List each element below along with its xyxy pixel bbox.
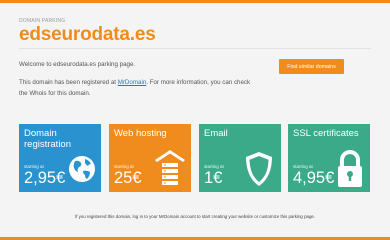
hosting-server-icon — [155, 150, 185, 185]
domain-registration-tile[interactable]: Domain registration starting at 2,95€ — [19, 124, 101, 192]
tile-title: Email — [204, 128, 228, 139]
tile-price: 2,95€ — [24, 169, 66, 187]
tile-price: 25€ — [114, 169, 142, 187]
welcome-text: Welcome to edseurodata.es parking page. — [19, 61, 136, 68]
tile-price: 1€ — [204, 169, 223, 187]
tile-title: Domain registration — [24, 128, 71, 150]
tile-title: Web hosting — [114, 128, 167, 139]
email-tile[interactable]: Email starting at 1€ — [199, 124, 281, 192]
registration-info: This domain has been registered at MrDom… — [19, 78, 259, 99]
ssl-certificates-tile[interactable]: SSL certificates starting at 4,95€ — [288, 124, 370, 192]
mrdomain-link[interactable]: MrDomain — [118, 79, 147, 86]
domain-name-title: edseurodata.es — [19, 24, 156, 45]
header-divider — [19, 48, 371, 49]
footer-note: If you registered this domain, log in to… — [74, 214, 316, 219]
find-similar-domains-button[interactable]: Find similar domains — [279, 59, 344, 74]
tile-price: 4,95€ — [293, 169, 335, 187]
top-accent-bar — [0, 0, 390, 3]
padlock-icon — [338, 150, 362, 187]
web-hosting-tile[interactable]: Web hosting starting at 25€ — [109, 124, 191, 192]
tile-title: SSL certificates — [293, 128, 359, 139]
globe-icon — [69, 156, 95, 182]
shield-icon — [246, 152, 272, 186]
info-text-start: This domain has been registered at — [19, 79, 118, 86]
